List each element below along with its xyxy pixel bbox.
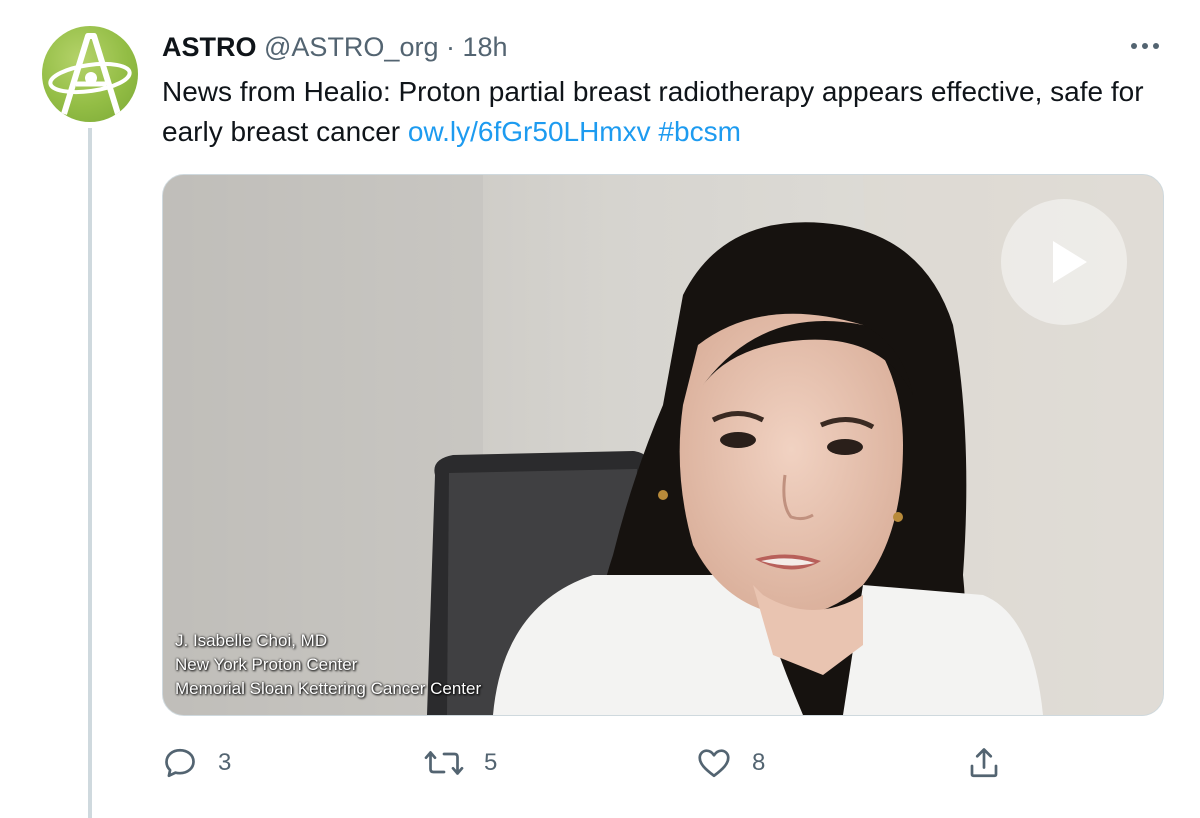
share-icon bbox=[970, 748, 998, 778]
reply-count: 3 bbox=[218, 749, 232, 776]
reply-icon bbox=[165, 748, 195, 778]
caption-line: J. Isabelle Choi, MD bbox=[175, 631, 328, 650]
like-button[interactable]: 8 bbox=[696, 740, 765, 786]
caption-line: Memorial Sloan Kettering Cancer Center bbox=[175, 679, 482, 698]
tweet-text: News from Healio: Proton partial breast … bbox=[162, 72, 1152, 152]
play-button[interactable] bbox=[1001, 199, 1127, 325]
thread-line bbox=[88, 128, 92, 818]
more-options-icon[interactable] bbox=[1128, 34, 1162, 58]
tweet-header: ASTRO @ASTRO_org · 18h bbox=[162, 30, 508, 64]
video-player[interactable]: J. Isabelle Choi, MD New York Proton Cen… bbox=[162, 174, 1164, 716]
author-handle[interactable]: @ASTRO_org bbox=[264, 32, 438, 62]
reply-button[interactable]: 3 bbox=[162, 740, 231, 786]
play-icon bbox=[1053, 241, 1087, 283]
retweet-count: 5 bbox=[484, 749, 498, 776]
astro-logo-icon bbox=[48, 33, 132, 115]
tweet-timestamp[interactable]: 18h bbox=[463, 32, 508, 62]
retweet-button[interactable]: 5 bbox=[424, 740, 497, 786]
tweet-text-body: News from Healio: Proton partial breast … bbox=[162, 76, 1144, 147]
video-caption: J. Isabelle Choi, MD New York Proton Cen… bbox=[175, 629, 481, 701]
tweet-actions: 3 5 8 bbox=[162, 740, 1162, 786]
share-button[interactable] bbox=[966, 740, 1002, 786]
author-name[interactable]: ASTRO bbox=[162, 32, 257, 62]
hashtag-link[interactable]: #bcsm bbox=[658, 116, 740, 147]
like-count: 8 bbox=[752, 749, 766, 776]
heart-icon bbox=[698, 749, 730, 778]
caption-line: New York Proton Center bbox=[175, 655, 358, 674]
author-avatar[interactable] bbox=[42, 26, 138, 122]
separator-dot: · bbox=[446, 32, 455, 62]
tweet-link[interactable]: ow.ly/6fGr50LHmxv bbox=[408, 116, 651, 147]
retweet-icon bbox=[424, 751, 464, 775]
